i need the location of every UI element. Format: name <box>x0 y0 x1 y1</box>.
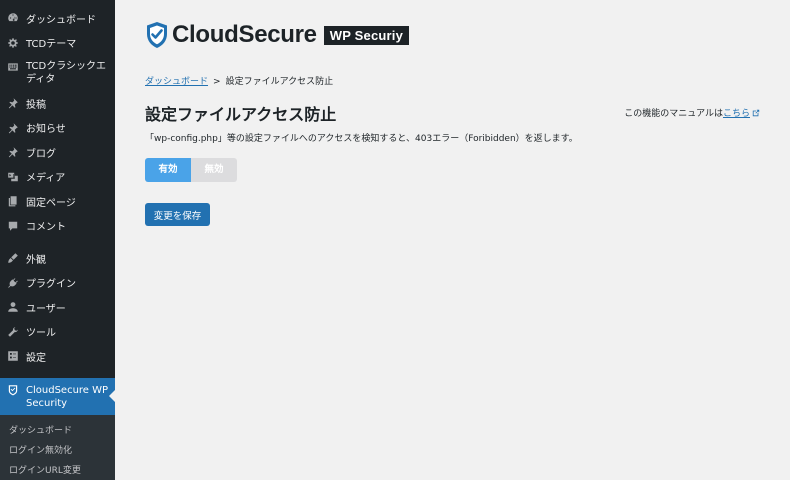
sidebar-item-settings[interactable]: 設定 <box>0 344 115 369</box>
sidebar-item-label: コメント <box>26 222 66 234</box>
main-content: CloudSecure WP Securiy ダッシュボード > 設定ファイルアクセ… <box>115 0 790 480</box>
submenu-item-login-disable[interactable]: ログイン無効化 <box>0 441 115 461</box>
manual-link[interactable]: こちら <box>723 106 750 119</box>
sidebar-item-label: 投稿 <box>26 99 46 111</box>
settings-icon <box>6 350 19 363</box>
sidebar-item-plugins[interactable]: プラグイン <box>0 271 115 296</box>
sidebar-item-appearance[interactable]: 外観 <box>0 246 115 271</box>
sidebar-item-cloudsecure[interactable]: CloudSecure WP Security <box>0 377 115 415</box>
cloudsecure-icon <box>6 384 19 397</box>
sidebar-item-tcd-classic-editor[interactable]: TCDクラシックエディタ <box>0 55 115 91</box>
admin-sidebar: ダッシュボード TCDテーマ TCDクラシックエディタ 投稿 お知らせ ブログ … <box>0 0 115 480</box>
toggle-enable-option[interactable]: 有効 <box>145 158 191 182</box>
sidebar-item-label: ブログ <box>26 148 56 160</box>
enable-toggle: 有効 無効 <box>145 158 237 182</box>
sidebar-item-label: ダッシュボード <box>26 14 96 26</box>
sidebar-item-label: TCDテーマ <box>26 39 77 51</box>
sidebar-item-label: 固定ページ <box>26 197 76 209</box>
sidebar-item-blog[interactable]: ブログ <box>0 140 115 165</box>
breadcrumb-link-dashboard[interactable]: ダッシュボード <box>145 77 208 87</box>
sidebar-item-posts[interactable]: 投稿 <box>0 91 115 116</box>
submenu-item-dashboard[interactable]: ダッシュボード <box>0 421 115 441</box>
sidebar-item-users[interactable]: ユーザー <box>0 295 115 320</box>
sidebar-item-pages[interactable]: 固定ページ <box>0 189 115 214</box>
sidebar-item-tools[interactable]: ツール <box>0 320 115 345</box>
logo-brand-text: CloudSecure <box>172 21 317 48</box>
save-changes-button[interactable]: 変更を保存 <box>145 203 210 226</box>
manual-prefix: この機能のマニュアルは <box>624 109 723 119</box>
sidebar-item-tcd-theme[interactable]: TCDテーマ <box>0 31 115 56</box>
sidebar-item-label: お知らせ <box>26 124 66 136</box>
sidebar-item-label: ユーザー <box>26 303 66 315</box>
manual-link-area: この機能のマニュアルは こちら <box>624 106 760 119</box>
pin-icon <box>6 146 19 159</box>
dashboard-icon <box>6 12 19 25</box>
sidebar-item-dashboard[interactable]: ダッシュボード <box>0 6 115 31</box>
feature-description: 「wp-config.php」等の設定ファイルへのアクセスを検知すると、403エ… <box>145 134 578 144</box>
cloudsecure-logo: CloudSecure WP Securiy <box>145 21 410 49</box>
toggle-disable-option[interactable]: 無効 <box>191 158 237 182</box>
gear-icon <box>6 36 19 49</box>
media-icon <box>6 170 19 183</box>
pin-icon <box>6 97 19 110</box>
appearance-icon <box>6 252 19 265</box>
sidebar-item-label: 設定 <box>26 352 46 364</box>
shield-check-icon <box>147 22 167 48</box>
user-icon <box>6 301 19 314</box>
sidebar-item-label: メディア <box>26 173 66 185</box>
wrench-icon <box>6 325 19 338</box>
sidebar-item-comments[interactable]: コメント <box>0 214 115 239</box>
pages-icon <box>6 195 19 208</box>
sidebar-item-label: 外観 <box>26 254 46 266</box>
logo-badge: WP Securiy <box>323 25 410 45</box>
sidebar-item-label: プラグイン <box>26 279 76 291</box>
sidebar-item-label: CloudSecure WP Security <box>26 384 109 409</box>
sidebar-item-label: TCDクラシックエディタ <box>26 61 107 85</box>
keyboard-icon <box>6 60 19 73</box>
breadcrumb-current: 設定ファイルアクセス防止 <box>225 77 334 87</box>
plugin-icon <box>6 276 19 289</box>
sidebar-item-label: ツール <box>26 328 56 340</box>
pin-icon <box>6 121 19 134</box>
external-link-icon <box>752 109 760 116</box>
sidebar-item-news[interactable]: お知らせ <box>0 116 115 141</box>
comment-icon <box>6 219 19 232</box>
page-title: 設定ファイルアクセス防止 <box>145 105 337 124</box>
sidebar-submenu: ダッシュボード ログイン無効化 ログインURL変更 <box>0 414 115 480</box>
submenu-item-login-url-change[interactable]: ログインURL変更 <box>0 461 115 480</box>
breadcrumb: ダッシュボード > 設定ファイルアクセス防止 <box>145 74 333 87</box>
breadcrumb-separator: > <box>213 77 221 87</box>
sidebar-item-media[interactable]: メディア <box>0 165 115 190</box>
